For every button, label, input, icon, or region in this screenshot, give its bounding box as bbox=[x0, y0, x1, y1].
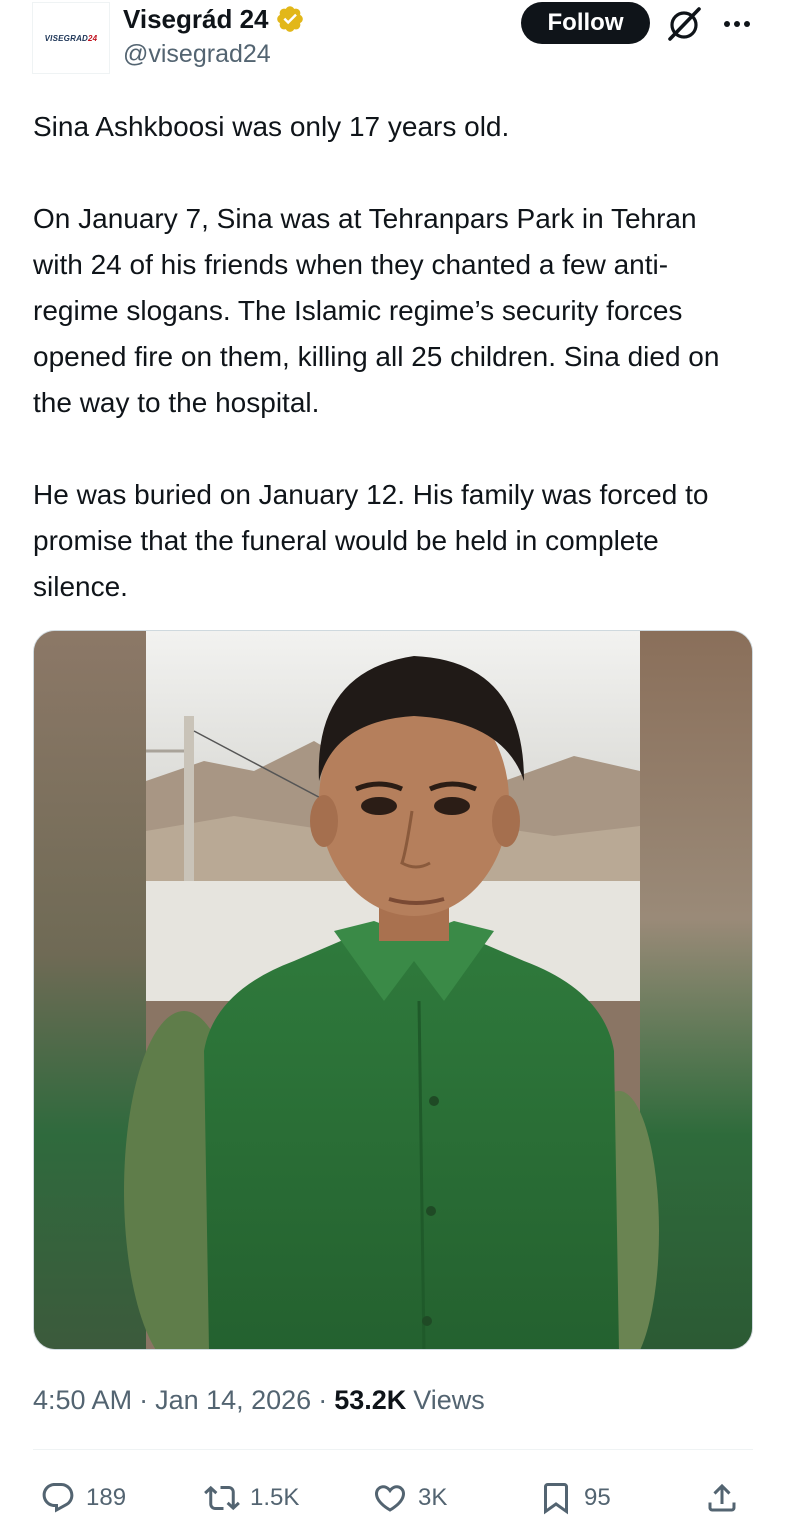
like-button[interactable]: 3K bbox=[372, 1474, 447, 1522]
display-name[interactable]: Visegrád 24 bbox=[123, 4, 269, 35]
name-row: Visegrád 24 bbox=[123, 0, 305, 38]
tweet-text: Sina Ashkboosi was only 17 years old. On… bbox=[33, 104, 753, 610]
share-button[interactable] bbox=[704, 1474, 750, 1522]
repost-button[interactable]: 1.5K bbox=[204, 1474, 299, 1522]
meta-separator: · bbox=[139, 1384, 149, 1415]
avatar-logo: VISEGRAD24 bbox=[44, 33, 98, 43]
tweet-header: VISEGRAD24 Visegrád 24 @visegrad24 Follo… bbox=[0, 0, 786, 90]
tweet-paragraph: Sina Ashkboosi was only 17 years old. bbox=[33, 111, 510, 142]
verified-badge-icon bbox=[276, 6, 303, 32]
follow-button[interactable]: Follow bbox=[521, 2, 650, 44]
like-count: 3K bbox=[418, 1484, 448, 1511]
reply-count: 189 bbox=[86, 1484, 127, 1511]
views-label: Views bbox=[413, 1384, 485, 1415]
tweet-date[interactable]: Jan 14, 2026 bbox=[155, 1385, 311, 1416]
bookmark-icon bbox=[544, 1483, 568, 1515]
handle[interactable]: @visegrad24 bbox=[123, 40, 271, 69]
reply-icon bbox=[42, 1483, 74, 1513]
avatar[interactable]: VISEGRAD24 bbox=[32, 2, 110, 74]
like-icon bbox=[374, 1485, 406, 1512]
share-icon bbox=[708, 1483, 736, 1512]
divider bbox=[33, 1449, 753, 1450]
more-icon[interactable] bbox=[720, 8, 754, 38]
bookmark-count: 95 bbox=[584, 1484, 611, 1511]
tweet-media-photo[interactable] bbox=[33, 630, 753, 1350]
bookmark-button[interactable]: 95 bbox=[538, 1474, 611, 1522]
action-bar: 189 1.5K 3K 95 bbox=[0, 1474, 786, 1522]
repost-count: 1.5K bbox=[250, 1484, 300, 1511]
reply-button[interactable]: 189 bbox=[40, 1474, 126, 1522]
tweet-meta: 4:50 AM · Jan 14, 2026 · 53.2K Views bbox=[33, 1380, 485, 1420]
views-count: 53.2K bbox=[334, 1384, 407, 1415]
tweet-time[interactable]: 4:50 AM bbox=[33, 1385, 132, 1416]
grok-icon[interactable] bbox=[664, 4, 704, 44]
tweet-paragraph: He was buried on January 12. His family … bbox=[33, 479, 709, 602]
photo-illustration bbox=[34, 631, 752, 1349]
repost-icon bbox=[204, 1485, 240, 1511]
tweet-paragraph: On January 7, Sina was at Tehranpars Par… bbox=[33, 203, 720, 418]
meta-separator: · bbox=[318, 1384, 328, 1415]
